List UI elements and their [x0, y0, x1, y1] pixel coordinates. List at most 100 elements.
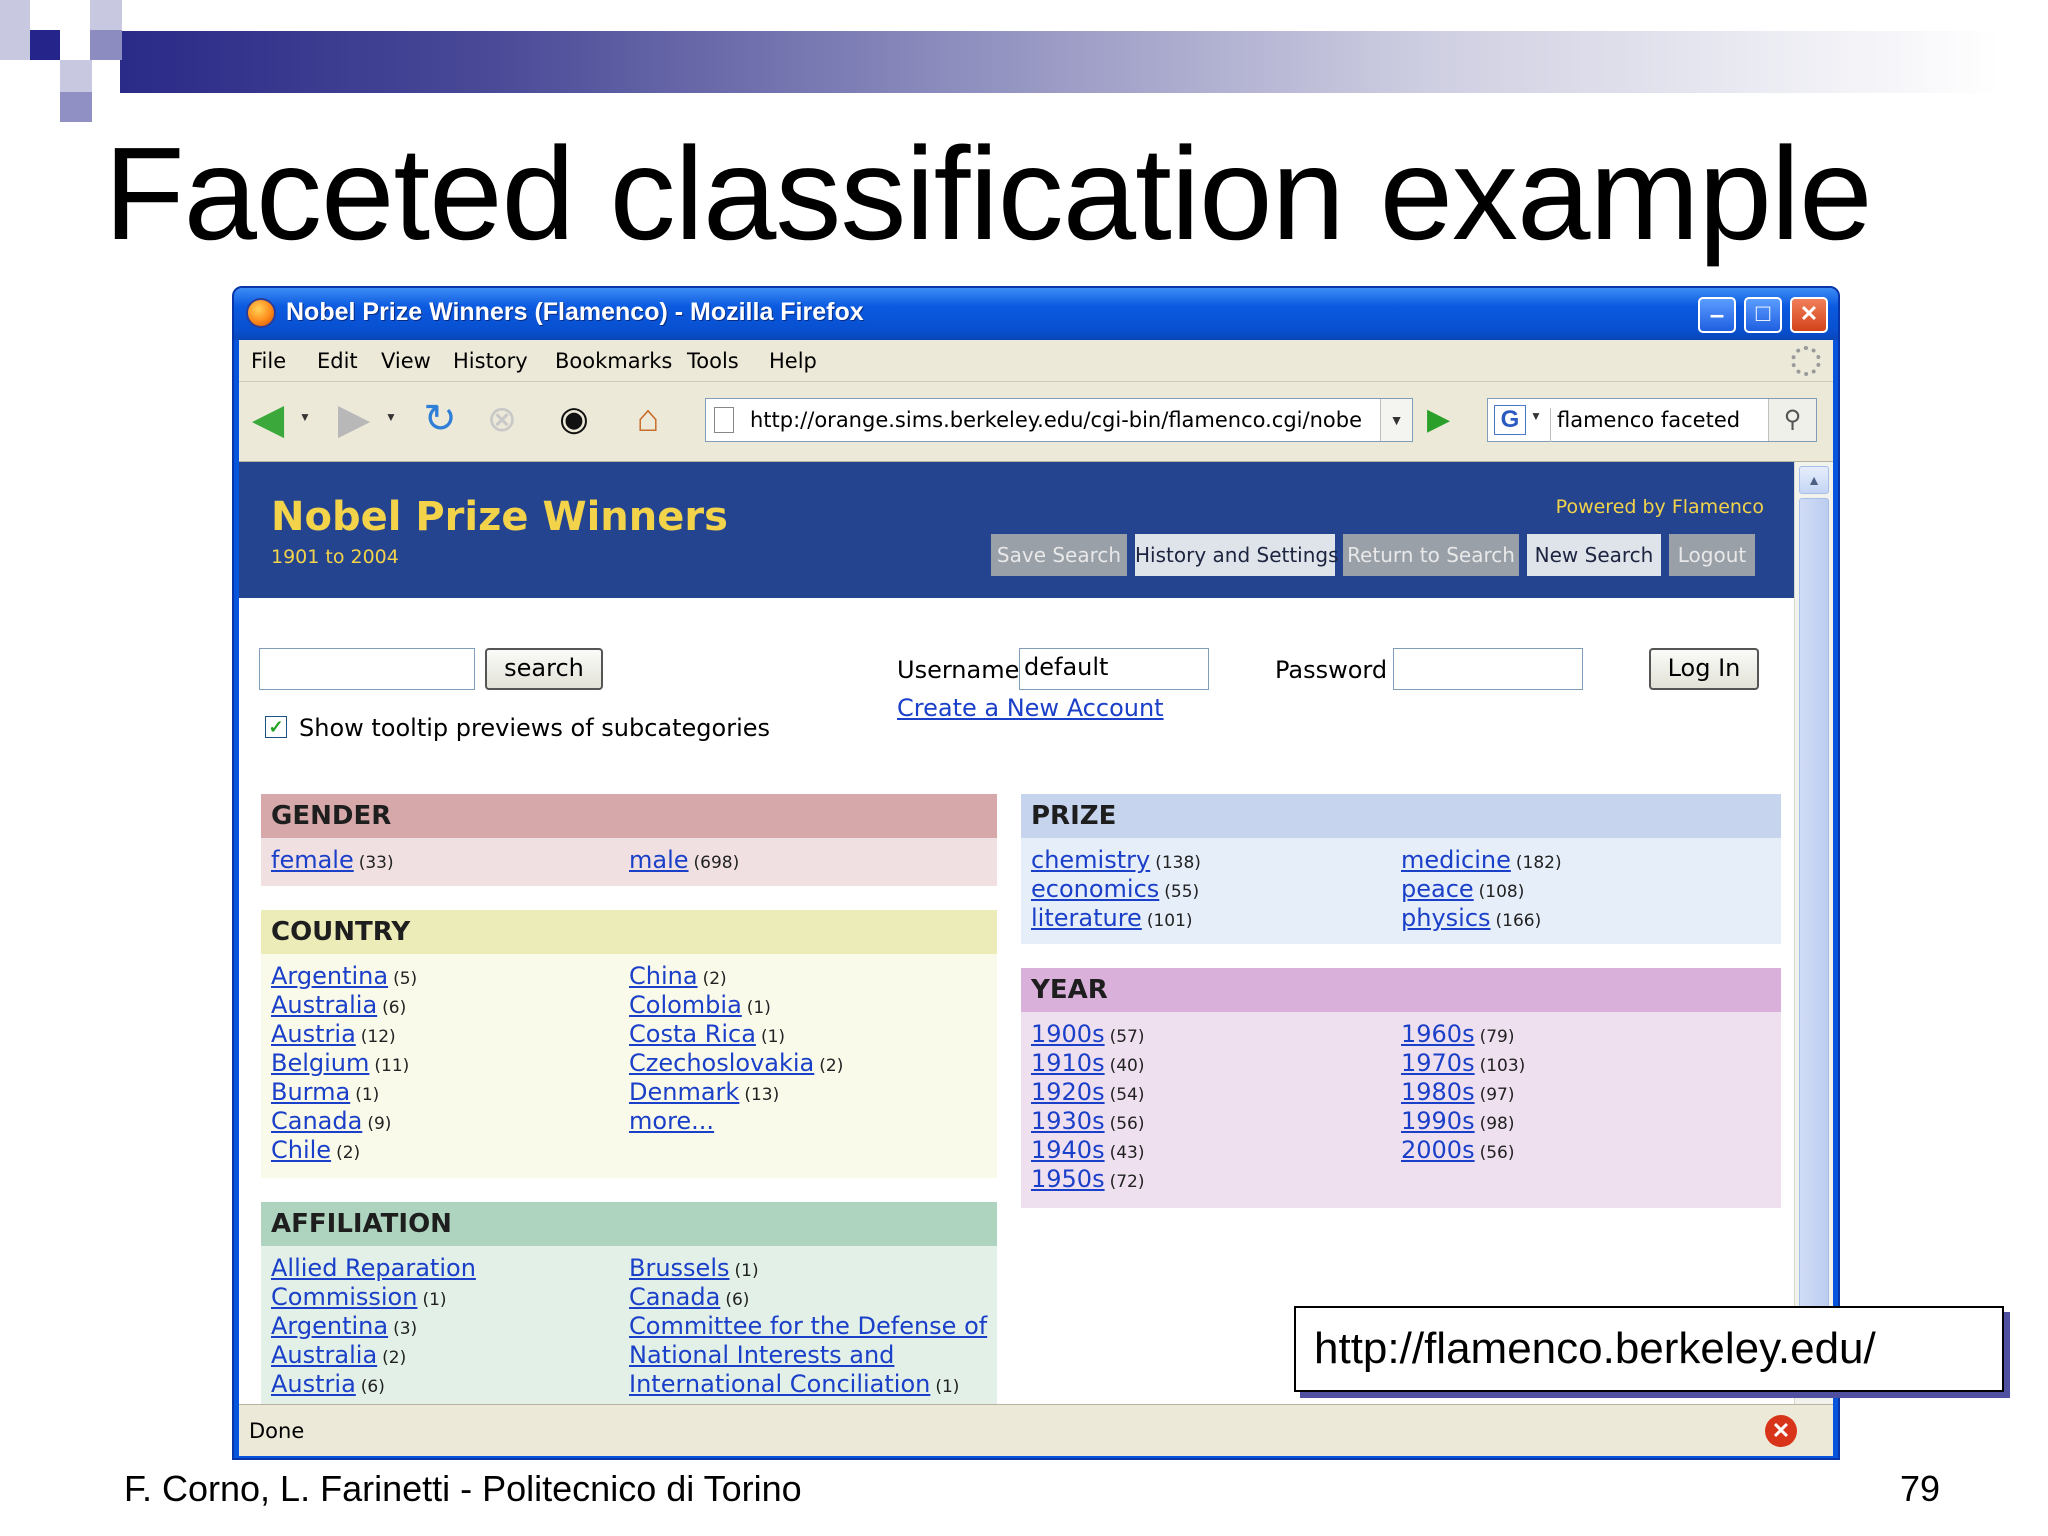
url-dropdown-icon[interactable]: ▼ — [1380, 399, 1412, 441]
facet-link[interactable]: Costa Rica — [629, 1020, 756, 1048]
menu-bookmarks[interactable]: Bookmarks — [555, 349, 672, 373]
facet-link[interactable]: International Conciliation — [629, 1370, 930, 1398]
facet-link[interactable]: Denmark — [629, 1078, 739, 1106]
maximize-button[interactable]: □ — [1744, 297, 1782, 333]
facet-link[interactable]: 1930s — [1031, 1107, 1105, 1135]
facet-item[interactable]: chemistry (138) — [1031, 846, 1201, 878]
facet-link[interactable]: economics — [1031, 875, 1159, 903]
facet-item[interactable]: Burma (1) — [271, 1078, 379, 1110]
facet-item[interactable]: female (33) — [271, 846, 394, 878]
close-button[interactable]: ✕ — [1790, 297, 1828, 333]
url-text[interactable]: http://orange.sims.berkeley.edu/cgi-bin/… — [750, 408, 1362, 432]
facet-item[interactable]: Allied Reparation — [271, 1254, 476, 1283]
engine-dropdown-icon[interactable]: ▼ — [1530, 409, 1542, 423]
search-button[interactable]: search — [485, 648, 603, 690]
facet-item[interactable]: Chile (2) — [271, 1136, 360, 1168]
facet-item[interactable]: 1970s (103) — [1401, 1049, 1525, 1081]
menu-tools[interactable]: Tools — [687, 349, 739, 373]
facet-link[interactable]: Czechoslovakia — [629, 1049, 814, 1077]
facet-link[interactable]: Belgium — [271, 1049, 369, 1077]
facet-link[interactable]: 1910s — [1031, 1049, 1105, 1077]
facet-item[interactable]: male (698) — [629, 846, 739, 878]
facet-item[interactable]: Australia (6) — [271, 991, 406, 1023]
facet-link[interactable]: Austria — [271, 1370, 356, 1398]
facet-item[interactable]: 1960s (79) — [1401, 1020, 1515, 1052]
reload-icon[interactable]: ↻ — [417, 396, 463, 442]
facet-link[interactable]: Committee for the Defense of — [629, 1312, 987, 1340]
save-search-button[interactable]: Save Search — [991, 534, 1127, 576]
facet-item[interactable]: Brussels (1) — [629, 1254, 759, 1286]
facet-item[interactable]: Austria (6) — [271, 1370, 385, 1402]
login-button[interactable]: Log In — [1649, 648, 1759, 690]
facet-link[interactable]: medicine — [1401, 846, 1511, 874]
facet-link[interactable]: male — [629, 846, 689, 874]
facet-link[interactable]: 1920s — [1031, 1078, 1105, 1106]
more-link[interactable]: more... — [629, 1107, 714, 1135]
create-account-link[interactable]: Create a New Account — [897, 694, 1164, 722]
url-bar[interactable]: http://orange.sims.berkeley.edu/cgi-bin/… — [705, 398, 1413, 442]
facet-link[interactable]: chemistry — [1031, 846, 1150, 874]
facet-link[interactable]: Brussels — [629, 1254, 730, 1282]
facet-item[interactable]: 2000s (56) — [1401, 1136, 1515, 1168]
facet-link[interactable]: National Interests and — [629, 1341, 894, 1369]
facet-item[interactable]: China (2) — [629, 962, 727, 994]
stop-icon[interactable]: ⊗ — [479, 396, 525, 442]
forward-dropdown-icon[interactable]: ▼ — [385, 410, 397, 424]
facet-item[interactable]: Australia (2) — [271, 1341, 406, 1373]
search-box[interactable]: G ▼ flamenco faceted ⚲ — [1487, 398, 1817, 442]
facet-link[interactable]: 2000s — [1401, 1136, 1475, 1164]
keyword-search-input[interactable] — [259, 648, 475, 690]
menu-edit[interactable]: Edit — [317, 349, 358, 373]
facet-item[interactable]: Belgium (11) — [271, 1049, 409, 1081]
facet-link[interactable]: 1960s — [1401, 1020, 1475, 1048]
facet-item[interactable]: Committee for the Defense of — [629, 1312, 987, 1341]
logout-button[interactable]: Logout — [1669, 534, 1755, 576]
history-settings-button[interactable]: History and Settings — [1135, 534, 1339, 576]
back-icon[interactable]: ◀ — [245, 396, 291, 442]
facet-link[interactable]: 1970s — [1401, 1049, 1475, 1077]
facet-link[interactable]: Colombia — [629, 991, 742, 1019]
facet-item[interactable]: Canada (9) — [271, 1107, 391, 1139]
facet-item[interactable]: literature (101) — [1031, 904, 1193, 936]
facet-link[interactable]: Austria — [271, 1020, 356, 1048]
facet-item[interactable]: Canada (6) — [629, 1283, 749, 1315]
facet-item[interactable]: Austria (12) — [271, 1020, 396, 1052]
facet-link[interactable]: Canada — [271, 1107, 362, 1135]
facet-item[interactable]: Denmark (13) — [629, 1078, 779, 1110]
facet-item[interactable]: peace (108) — [1401, 875, 1524, 907]
facet-link[interactable]: literature — [1031, 904, 1142, 932]
facet-item[interactable]: Colombia (1) — [629, 991, 771, 1023]
magnifier-icon[interactable]: ⚲ — [1768, 399, 1816, 441]
facet-item[interactable]: Czechoslovakia (2) — [629, 1049, 843, 1081]
facet-item[interactable]: 1920s (54) — [1031, 1078, 1145, 1110]
facet-link[interactable]: Commission — [271, 1283, 417, 1311]
password-input[interactable] — [1393, 648, 1583, 690]
facet-link[interactable]: Chile — [271, 1136, 331, 1164]
facet-item[interactable]: National Interests and — [629, 1341, 894, 1370]
facet-item[interactable]: 1990s (98) — [1401, 1107, 1515, 1139]
menu-file[interactable]: File — [251, 349, 286, 373]
username-input[interactable]: default — [1019, 648, 1209, 690]
facet-item[interactable]: 1910s (40) — [1031, 1049, 1145, 1081]
facet-link[interactable]: 1950s — [1031, 1165, 1105, 1193]
blocked-icon[interactable]: ✕ — [1765, 1415, 1797, 1447]
facet-link[interactable]: Argentina — [271, 962, 388, 990]
home-icon[interactable]: ⌂ — [625, 396, 671, 442]
google-engine-icon[interactable]: G — [1494, 405, 1526, 435]
scroll-up-icon[interactable]: ▲ — [1799, 466, 1829, 494]
facet-link[interactable]: 1990s — [1401, 1107, 1475, 1135]
facet-link[interactable]: Argentina — [271, 1312, 388, 1340]
facet-item[interactable]: Commission (1) — [271, 1283, 447, 1315]
facet-item[interactable]: more... — [629, 1107, 714, 1136]
vertical-scrollbar[interactable]: ▲ — [1794, 462, 1833, 1404]
facet-item[interactable]: medicine (182) — [1401, 846, 1562, 878]
menu-history[interactable]: History — [453, 349, 528, 373]
go-arrow-icon[interactable]: ▶ — [1427, 402, 1463, 438]
menu-help[interactable]: Help — [769, 349, 817, 373]
facet-item[interactable]: economics (55) — [1031, 875, 1199, 907]
menu-view[interactable]: View — [381, 349, 431, 373]
facet-item[interactable]: physics (166) — [1401, 904, 1541, 936]
facet-link[interactable]: 1900s — [1031, 1020, 1105, 1048]
facet-item[interactable]: International Conciliation (1) — [629, 1370, 959, 1402]
facet-link[interactable]: Canada — [629, 1283, 720, 1311]
